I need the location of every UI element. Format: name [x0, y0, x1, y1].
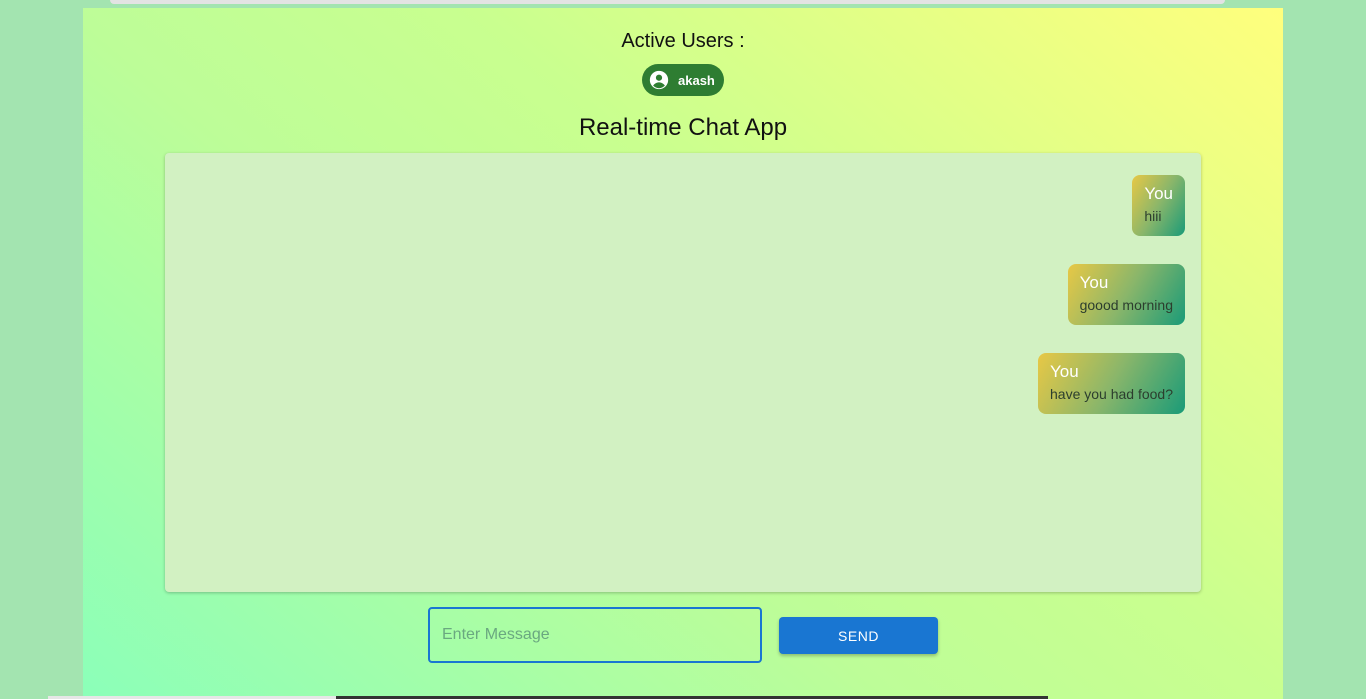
message-text: hiii: [1144, 208, 1162, 224]
send-button[interactable]: SEND: [779, 617, 938, 654]
active-user-chip[interactable]: akash: [642, 64, 724, 96]
message-bubble: You goood morning: [1067, 264, 1185, 325]
message-sender: You: [1079, 273, 1109, 292]
account-circle-icon: [648, 69, 670, 91]
message-list: You hiii You goood morning You have you …: [1038, 175, 1185, 442]
chat-messages-box[interactable]: You hiii You goood morning You have you …: [165, 153, 1201, 592]
message-sender: You: [1144, 184, 1173, 203]
message-bubble: You hiii: [1132, 175, 1185, 236]
page-title: Real-time Chat App: [578, 114, 788, 141]
active-user-name: akash: [678, 72, 715, 88]
browser-scrollbar: [110, 0, 1225, 4]
active-users-title: Active Users :: [621, 30, 745, 52]
message-input[interactable]: [428, 607, 762, 663]
message-bubble: You have you had food?: [1038, 353, 1185, 414]
message-text: have you had food?: [1050, 386, 1173, 402]
message-sender: You: [1050, 362, 1079, 381]
chat-page: Active Users : akash Real-time Chat App …: [83, 8, 1283, 699]
message-text: goood morning: [1079, 297, 1173, 313]
